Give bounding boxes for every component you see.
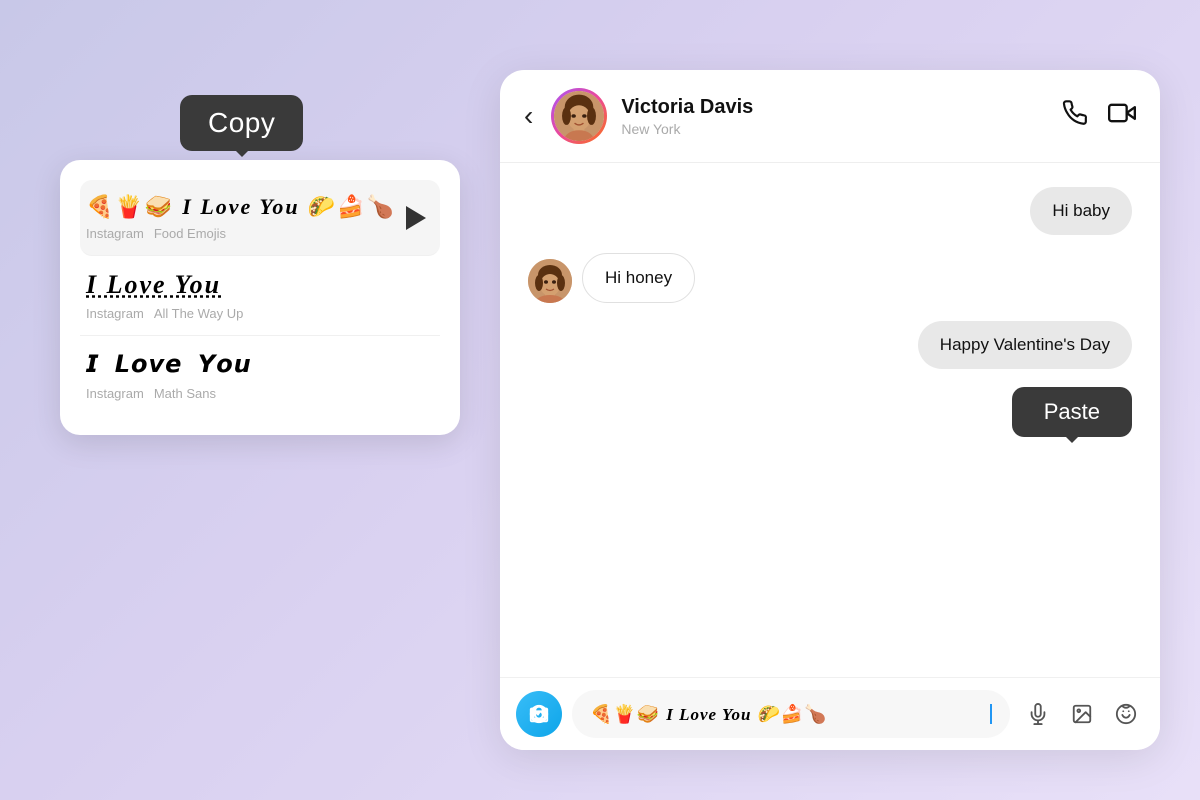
contact-avatar <box>554 91 604 141</box>
font-preview-food-emojis: 🍕🍟🥪 I Love You 🌮🍰🍗 <box>86 194 434 220</box>
received-avatar-svg <box>528 259 572 303</box>
copy-tooltip-label: Copy <box>208 107 275 138</box>
microphone-icon[interactable] <box>1020 696 1056 732</box>
chat-input-bar: 🍕🍟🥪 I Love You 🌮🍰🍗 <box>500 677 1160 750</box>
paste-tooltip[interactable]: Paste <box>1012 387 1132 437</box>
font-style-0: Food Emojis <box>154 226 226 241</box>
message-bubble-1: Hi honey <box>582 253 695 303</box>
chat-messages: Hi baby Hi honey <box>500 163 1160 677</box>
font-platform-0: Instagram <box>86 226 144 241</box>
input-text: 🍕🍟🥪 I Love You 🌮🍰🍗 <box>590 704 985 725</box>
sticker-emoji-icon[interactable] <box>1108 696 1144 732</box>
contact-info: Victoria Davis New York <box>621 96 1048 137</box>
font-meta-food-emojis: Instagram Food Emojis <box>86 226 434 241</box>
message-bubble-0: Hi baby <box>1030 187 1132 235</box>
font-meta-math-sans: Instagram Math Sans <box>86 386 434 401</box>
text-cursor <box>990 704 992 724</box>
contact-name: Victoria Davis <box>621 96 1048 119</box>
chat-header: ‹ <box>500 70 1160 163</box>
contact-avatar-wrap <box>551 88 607 144</box>
font-platform-1: Instagram <box>86 306 144 321</box>
paste-tooltip-label: Paste <box>1044 399 1100 424</box>
camera-icon <box>528 703 550 725</box>
font-picker-card: Copy 🍕🍟🥪 I Love You 🌮🍰🍗 Instagram Food E… <box>60 160 460 435</box>
font-row-food-emojis[interactable]: 🍕🍟🥪 I Love You 🌮🍰🍗 Instagram Food Emojis <box>80 180 440 256</box>
font-row-math-sans[interactable]: 𝙄 𝙇𝙤𝙫𝙚 𝙔𝙤𝙪 Instagram Math Sans <box>80 336 440 415</box>
font-row-all-the-way-up[interactable]: I Love You Instagram All The Way Up <box>80 256 440 336</box>
font-preview-math-sans: 𝙄 𝙇𝙤𝙫𝙚 𝙔𝙤𝙪 <box>86 350 434 380</box>
phone-icon[interactable] <box>1062 100 1088 132</box>
message-row-2: Happy Valentine's Day <box>528 321 1132 369</box>
image-icon[interactable] <box>1064 696 1100 732</box>
font-platform-2: Instagram <box>86 386 144 401</box>
contact-location: New York <box>621 121 1048 137</box>
message-row-0: Hi baby <box>528 187 1132 235</box>
header-icons <box>1062 99 1136 133</box>
back-button[interactable]: ‹ <box>524 100 533 132</box>
message-bubble-2: Happy Valentine's Day <box>918 321 1132 369</box>
font-style-2: Math Sans <box>154 386 216 401</box>
copy-tooltip[interactable]: Copy <box>180 95 303 151</box>
selection-arrow <box>406 206 426 230</box>
font-meta-all-way: Instagram All The Way Up <box>86 306 434 321</box>
received-avatar <box>528 259 572 303</box>
message-input[interactable]: 🍕🍟🥪 I Love You 🌮🍰🍗 <box>572 690 1010 738</box>
video-call-icon[interactable] <box>1108 99 1136 133</box>
input-action-icons <box>1020 696 1144 732</box>
font-preview-all-way: I Love You <box>86 270 434 300</box>
font-style-1: All The Way Up <box>154 306 244 321</box>
paste-tooltip-wrap: Paste <box>528 387 1132 437</box>
camera-button[interactable] <box>516 691 562 737</box>
avatar-svg <box>554 91 604 141</box>
message-row-1: Hi honey <box>528 253 1132 303</box>
chat-card: ‹ <box>500 70 1160 750</box>
